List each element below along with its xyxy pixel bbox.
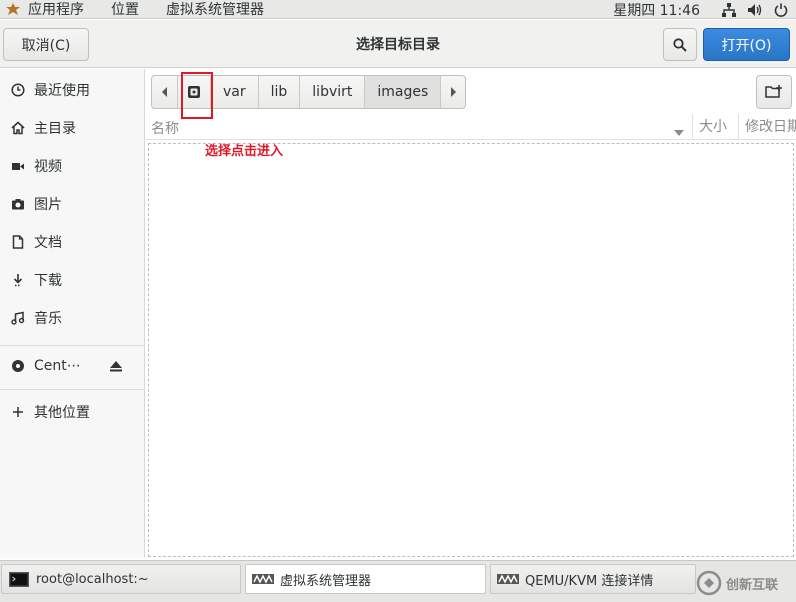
- path-forward-button[interactable]: [441, 76, 465, 108]
- sidebar-item-documents[interactable]: 文档: [0, 227, 145, 257]
- sidebar-item-music[interactable]: 音乐: [0, 303, 145, 333]
- search-icon: [673, 37, 687, 52]
- new-folder-button[interactable]: [756, 75, 792, 109]
- places-menu[interactable]: 位置: [111, 0, 139, 19]
- sidebar-item-other-locations[interactable]: 其他位置: [0, 397, 145, 427]
- annotation-highlight-box: [181, 72, 213, 119]
- column-name-header[interactable]: 名称: [151, 118, 179, 138]
- column-modified-header[interactable]: 修改日期: [738, 114, 796, 140]
- sidebar-item-videos[interactable]: 视频: [0, 151, 145, 181]
- sidebar-item-device[interactable]: Cent⋯: [0, 351, 145, 381]
- top-panel: 应用程序 位置 虚拟系统管理器 星期四 11:46: [0, 0, 796, 19]
- sidebar-item-label: 主目录: [34, 121, 76, 137]
- task-qemu-details[interactable]: QEMU/KVM 连接详情: [490, 564, 696, 594]
- plus-icon: [10, 404, 26, 420]
- sidebar-item-label: 其他位置: [34, 405, 90, 421]
- virt-manager-icon: [252, 571, 274, 587]
- column-size-header[interactable]: 大小: [692, 114, 727, 140]
- watermark-logo-icon: [696, 570, 722, 596]
- sidebar-item-home[interactable]: 主目录: [0, 113, 145, 143]
- sidebar-item-recent[interactable]: 最近使用: [0, 75, 145, 105]
- video-icon: [10, 158, 26, 174]
- task-label: root@localhost:~: [36, 571, 149, 587]
- path-back-button[interactable]: [152, 76, 178, 108]
- virt-manager-icon: [497, 571, 519, 587]
- path-segment-var[interactable]: var: [211, 76, 259, 108]
- power-icon[interactable]: [770, 0, 792, 19]
- download-icon: [10, 272, 26, 288]
- network-icon[interactable]: [718, 0, 740, 19]
- task-terminal[interactable]: root@localhost:~: [1, 564, 241, 594]
- open-button[interactable]: 打开(O): [703, 28, 790, 61]
- path-segment-images[interactable]: images: [365, 76, 442, 108]
- home-icon: [10, 120, 26, 136]
- new-folder-icon: [765, 85, 782, 98]
- sidebar-separator: [0, 389, 145, 390]
- task-label: QEMU/KVM 连接详情: [525, 573, 654, 589]
- places-sidebar: 最近使用 主目录 视频 图片 文档 下载 音乐 Cent⋯ 其他位置: [0, 69, 145, 558]
- sidebar-item-label: 视频: [34, 159, 62, 175]
- clock[interactable]: 星期四 11:46: [613, 0, 700, 20]
- path-segment-libvirt[interactable]: libvirt: [300, 76, 366, 108]
- sidebar-item-label: 下载: [34, 273, 62, 289]
- sidebar-separator: [0, 345, 145, 346]
- sort-arrow-icon: [674, 124, 684, 140]
- disc-icon: [10, 358, 26, 374]
- terminal-icon: [8, 571, 30, 587]
- file-list[interactable]: [148, 143, 794, 557]
- column-header-row: 名称 大小 修改日期: [146, 114, 796, 140]
- clock-icon: [10, 82, 26, 98]
- path-segment-lib[interactable]: lib: [259, 76, 301, 108]
- dialog-header: 取消(C) 选择目标目录 打开(O): [0, 20, 796, 68]
- camera-icon: [10, 196, 26, 212]
- sidebar-item-downloads[interactable]: 下载: [0, 265, 145, 295]
- sidebar-item-pictures[interactable]: 图片: [0, 189, 145, 219]
- sidebar-item-label: 图片: [34, 197, 62, 213]
- chevron-left-icon: [161, 87, 167, 97]
- search-button[interactable]: [663, 28, 697, 61]
- document-icon: [10, 234, 26, 250]
- sidebar-item-label: Cent⋯: [34, 358, 81, 374]
- watermark: 创新互联: [696, 566, 796, 600]
- sidebar-item-label: 文档: [34, 235, 62, 251]
- music-icon: [10, 310, 26, 326]
- sidebar-item-label: 音乐: [34, 311, 62, 327]
- task-label: 虚拟系统管理器: [280, 573, 372, 589]
- applications-menu[interactable]: 应用程序: [28, 0, 84, 19]
- chevron-right-icon: [451, 87, 457, 97]
- virt-manager-menu[interactable]: 虚拟系统管理器: [166, 0, 264, 19]
- applications-logo-icon: [4, 1, 22, 17]
- taskbar: root@localhost:~ 虚拟系统管理器 QEMU/KVM 连接详情 创…: [0, 560, 796, 602]
- eject-icon[interactable]: [109, 359, 123, 373]
- sidebar-item-label: 最近使用: [34, 83, 90, 99]
- watermark-text: 创新互联: [726, 577, 779, 593]
- task-virt-manager[interactable]: 虚拟系统管理器: [245, 564, 486, 594]
- annotation-text: 选择点击进入: [205, 144, 284, 159]
- volume-icon[interactable]: [744, 0, 766, 19]
